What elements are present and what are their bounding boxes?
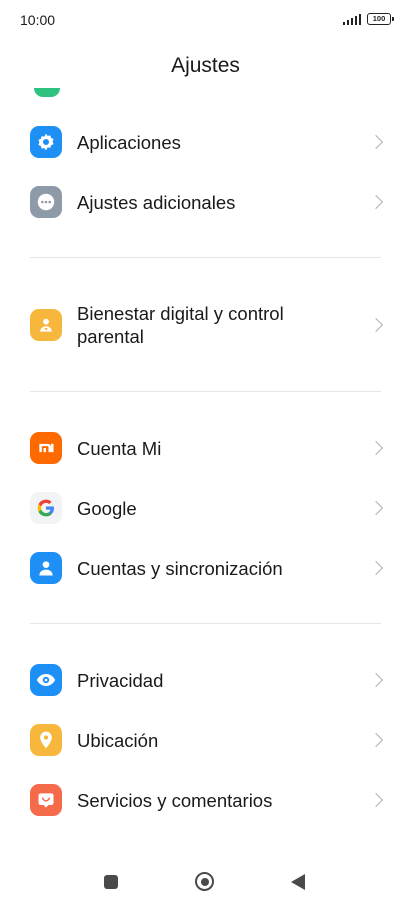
settings-item-accounts[interactable]: Cuentas y sincronización [0,548,411,588]
gear-icon [30,126,62,158]
settings-item-label: Servicios y comentarios [77,789,273,811]
chevron-right-icon [368,194,384,210]
chevron-right-icon [368,792,384,808]
settings-item-label: Bienestar digital y control parental [77,303,284,347]
battery-icon: 100 [367,13,394,25]
settings-item-label: Google [77,497,137,519]
chevron-right-icon [368,560,384,576]
status-icons: 100 [342,13,394,25]
home-button[interactable] [195,872,214,891]
settings-item-additional[interactable]: Ajustes adicionales [0,182,411,222]
eye-icon [30,664,62,696]
partially-visible-icon [34,88,60,97]
chevron-right-icon [368,500,384,516]
recents-button[interactable] [104,875,118,889]
settings-item-google[interactable]: Google [0,488,411,528]
settings-item-feedback[interactable]: Servicios y comentarios [0,780,411,820]
navigation-bar [0,858,411,914]
location-pin-icon [30,724,62,756]
divider [30,623,381,624]
settings-item-label: Aplicaciones [77,131,181,153]
google-icon [30,492,62,524]
settings-item-apps[interactable]: Aplicaciones [0,122,411,162]
more-dots-icon [30,186,62,218]
settings-item-label: Cuenta Mi [77,437,162,459]
chevron-right-icon [368,732,384,748]
chevron-right-icon [368,134,384,150]
divider [30,391,381,392]
settings-item-label: Cuentas y sincronización [77,557,283,579]
settings-item-label: Ubicación [77,729,159,751]
status-bar: 10:00 100 [0,0,411,40]
chevron-right-icon [368,672,384,688]
settings-item-location[interactable]: Ubicación [0,720,411,760]
settings-item-privacy[interactable]: Privacidad [0,660,411,700]
back-button[interactable] [291,874,305,890]
settings-item-label: Ajustes adicionales [77,191,236,213]
chevron-right-icon [368,440,384,456]
settings-item-label: Privacidad [77,669,164,691]
mi-logo-icon [30,432,62,464]
user-icon [30,552,62,584]
feedback-icon [30,784,62,816]
divider [30,257,381,258]
page-title: Ajustes [171,54,240,77]
settings-item-wellbeing[interactable]: Bienestar digital y control parental [0,301,411,349]
chevron-right-icon [368,317,384,333]
status-time: 10:00 [20,12,56,28]
settings-item-mi-account[interactable]: Cuenta Mi [0,428,411,468]
person-heart-icon [30,309,62,341]
signal-icon [342,13,361,25]
